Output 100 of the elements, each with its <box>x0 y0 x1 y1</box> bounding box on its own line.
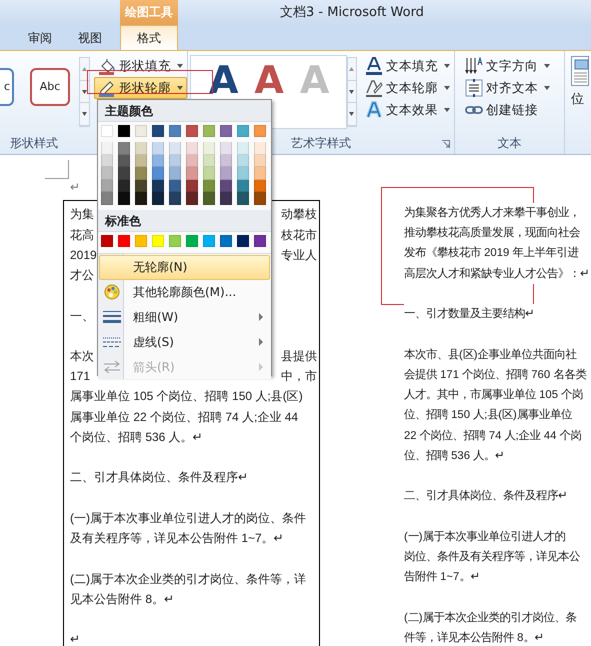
color-swatch[interactable] <box>135 142 147 155</box>
style-thumbnail[interactable]: Abc <box>30 68 70 106</box>
color-swatch[interactable] <box>169 154 181 168</box>
color-swatch[interactable] <box>237 125 249 137</box>
down-arrow-icon[interactable] <box>82 112 88 116</box>
color-swatch[interactable] <box>186 125 198 137</box>
color-swatch[interactable] <box>254 154 266 168</box>
color-swatch[interactable] <box>101 234 113 247</box>
color-swatch[interactable] <box>237 180 249 192</box>
color-swatch[interactable] <box>220 180 232 192</box>
color-swatch[interactable] <box>169 234 181 247</box>
gallery-scroll-bar[interactable] <box>346 57 357 127</box>
color-swatch[interactable] <box>152 180 164 192</box>
color-swatch[interactable] <box>203 154 215 168</box>
ribbon-button[interactable]: 对齐文本 <box>461 77 554 99</box>
color-swatch[interactable] <box>152 192 164 205</box>
caret-icon <box>544 64 550 68</box>
color-swatch[interactable] <box>135 167 147 180</box>
color-swatch[interactable] <box>254 167 266 180</box>
menu-item[interactable]: 其他轮廓颜色(M)... <box>99 280 270 305</box>
ribbon-button[interactable]: 创建链接 <box>461 99 554 121</box>
color-swatch[interactable] <box>118 192 130 205</box>
style-thumbnail[interactable]: c <box>0 68 14 106</box>
color-swatch[interactable] <box>169 142 181 155</box>
color-swatch[interactable] <box>118 154 130 168</box>
color-swatch[interactable] <box>237 142 249 155</box>
menu-item[interactable]: 虚线(S) <box>99 330 270 355</box>
color-swatch[interactable] <box>237 154 249 168</box>
ribbon-tab[interactable]: 审阅 <box>15 26 65 50</box>
color-swatch[interactable] <box>118 167 130 180</box>
color-swatch[interactable] <box>254 234 266 247</box>
color-swatch[interactable] <box>135 154 147 168</box>
color-swatch[interactable] <box>203 142 215 155</box>
color-swatch[interactable] <box>237 234 249 247</box>
color-swatch[interactable] <box>186 167 198 180</box>
color-swatch[interactable] <box>237 167 249 180</box>
color-swatch[interactable] <box>186 192 198 205</box>
double-arrow-icon <box>103 361 121 374</box>
color-swatch[interactable] <box>152 154 164 168</box>
color-swatch[interactable] <box>220 125 232 137</box>
color-swatch[interactable] <box>118 234 130 247</box>
color-swatch[interactable] <box>135 234 147 247</box>
color-swatch[interactable] <box>169 180 181 192</box>
color-swatch[interactable] <box>203 180 215 192</box>
color-swatch[interactable] <box>254 180 266 192</box>
ribbon-button[interactable]: 文字方向 <box>461 55 554 77</box>
down-arrow-icon[interactable] <box>349 90 354 94</box>
ribbon-tab[interactable]: 格式 <box>120 25 178 50</box>
down-arrow-icon[interactable] <box>82 90 88 94</box>
color-swatch[interactable] <box>254 142 266 155</box>
color-swatch[interactable] <box>135 180 147 192</box>
color-swatch[interactable] <box>203 125 215 137</box>
color-swatch[interactable] <box>169 125 181 137</box>
ribbon-tab[interactable]: 视图 <box>65 26 115 50</box>
wordart-style-sample[interactable]: A <box>254 60 284 100</box>
color-swatch[interactable] <box>101 154 113 168</box>
color-swatch[interactable] <box>101 180 113 192</box>
down-arrow-icon[interactable] <box>349 112 354 116</box>
dialog-launcher-icon[interactable] <box>442 140 450 148</box>
color-swatch[interactable] <box>169 167 181 180</box>
color-swatch[interactable] <box>254 192 266 205</box>
color-swatch[interactable] <box>186 234 198 247</box>
color-swatch[interactable] <box>135 192 147 205</box>
color-swatch[interactable] <box>118 142 130 155</box>
color-swatch[interactable] <box>101 142 113 155</box>
color-swatch[interactable] <box>135 125 147 137</box>
ribbon-button-label[interactable]: 位 <box>571 90 589 110</box>
ribbon-button[interactable]: 文本效果 <box>361 99 454 121</box>
color-swatch[interactable] <box>203 234 215 247</box>
color-swatch[interactable] <box>169 192 181 205</box>
color-swatch[interactable] <box>186 142 198 155</box>
color-swatch[interactable] <box>186 154 198 168</box>
menu-item[interactable]: 粗细(W) <box>99 304 270 330</box>
color-swatch[interactable] <box>118 125 130 137</box>
gallery-scroll-bar[interactable] <box>79 57 90 127</box>
menu-item[interactable]: 无轮廓(N) <box>99 254 270 280</box>
color-swatch[interactable] <box>203 167 215 180</box>
color-swatch[interactable] <box>220 234 232 247</box>
color-swatch[interactable] <box>220 142 232 155</box>
color-swatch[interactable] <box>101 125 113 137</box>
up-arrow-icon[interactable] <box>82 66 88 71</box>
color-swatch[interactable] <box>101 167 113 180</box>
color-swatch[interactable] <box>203 192 215 205</box>
color-swatch[interactable] <box>152 167 164 180</box>
color-swatch[interactable] <box>118 180 130 192</box>
color-swatch[interactable] <box>254 125 266 137</box>
color-swatch[interactable] <box>152 142 164 155</box>
color-swatch[interactable] <box>101 192 113 205</box>
ribbon-button[interactable]: 文本轮廓 <box>361 77 454 99</box>
ribbon-button[interactable]: 文本填充 <box>361 55 454 77</box>
color-swatch[interactable] <box>152 125 164 137</box>
color-swatch[interactable] <box>186 180 198 192</box>
text-line: 属事业单位 22 个岗位、招聘 74 人;企业 44 <box>70 408 300 426</box>
color-swatch[interactable] <box>220 154 232 168</box>
color-swatch[interactable] <box>152 234 164 247</box>
position-icon[interactable] <box>571 56 589 86</box>
up-arrow-icon[interactable] <box>349 66 354 71</box>
color-swatch[interactable] <box>220 192 232 205</box>
color-swatch[interactable] <box>220 167 232 180</box>
color-swatch[interactable] <box>237 192 249 205</box>
